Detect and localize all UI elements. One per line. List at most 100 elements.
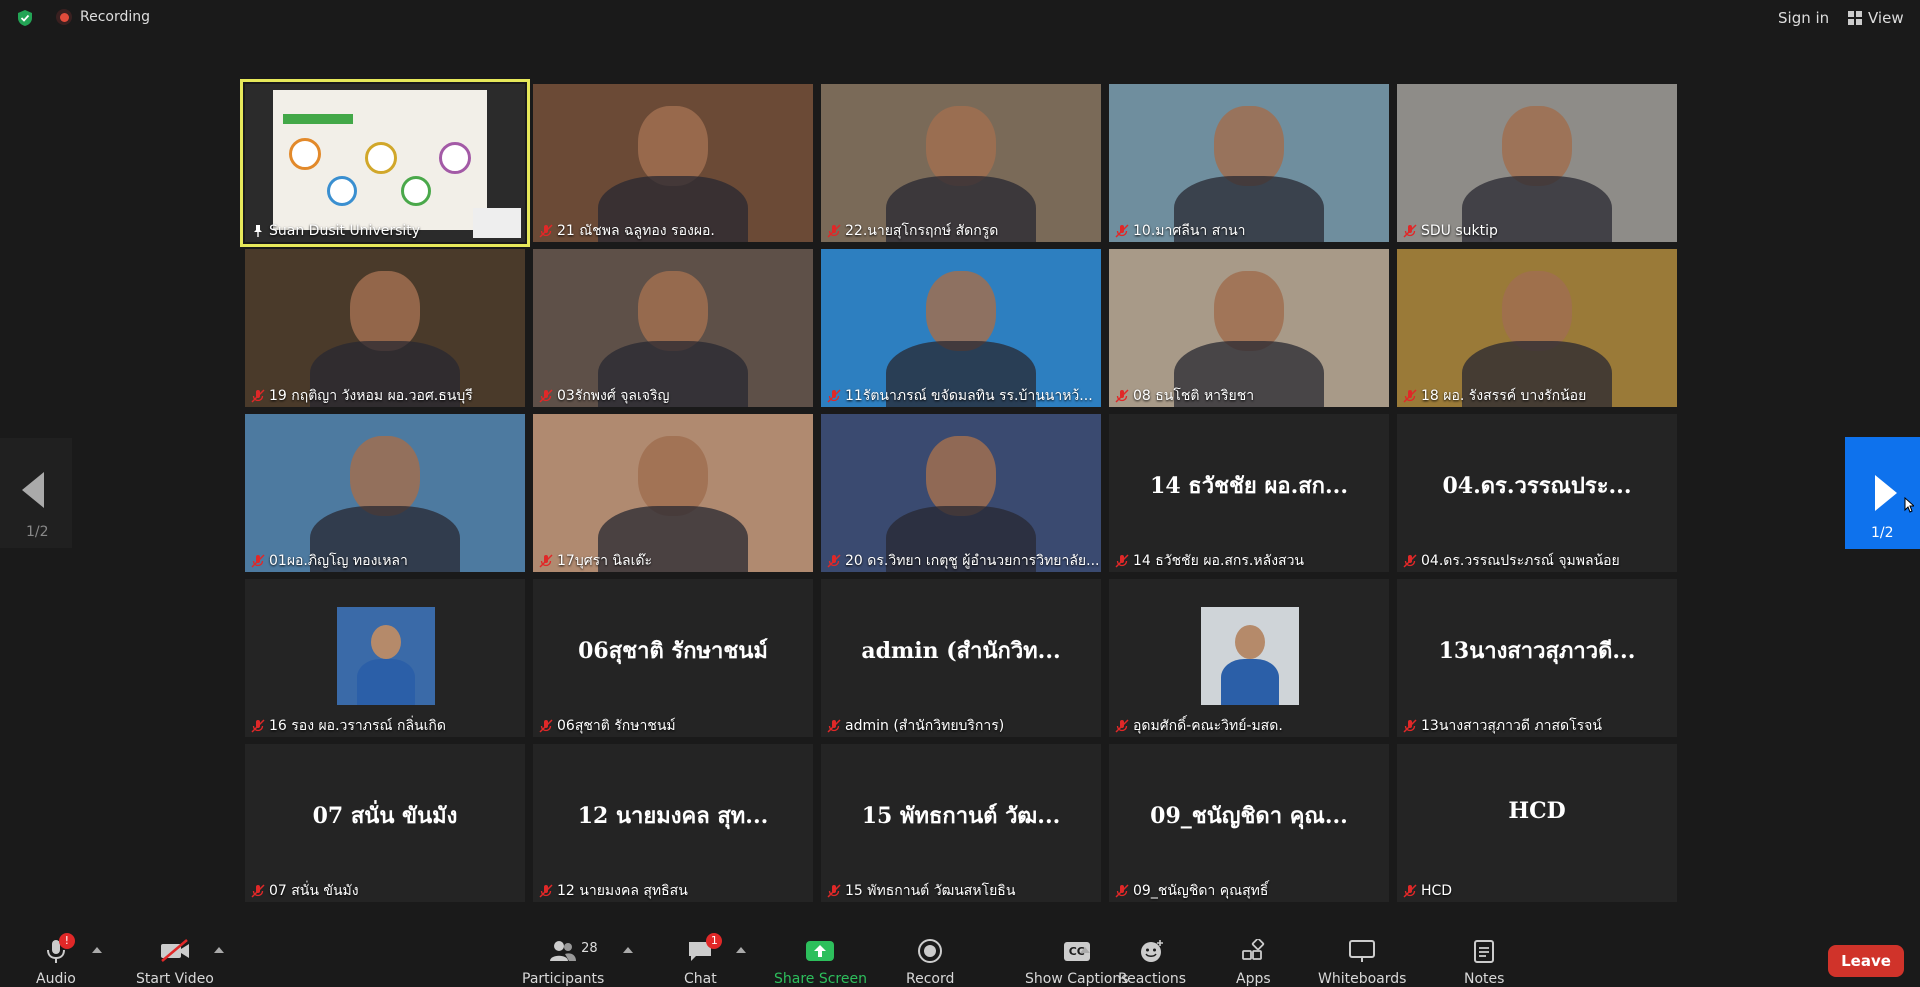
participant-tile[interactable]: 13นางสาวสุภาวดี... 13นางสาวสุภาวดี ภาสดโร…	[1397, 579, 1677, 737]
participant-name: 08 ธนโชติ หาริยชา	[1133, 388, 1255, 404]
participant-name: 03รักพงศ์ จุลเจริญ	[557, 388, 670, 404]
captions-options-caret-icon[interactable]	[1080, 947, 1090, 953]
muted-mic-icon	[1115, 884, 1129, 898]
participant-tile[interactable]: HCD HCD	[1397, 744, 1677, 902]
participant-tile[interactable]: 15 พัทธกานต์ วัฒ... 15 พัทธกานต์ วัฒนสหโย…	[821, 744, 1101, 902]
participant-tile[interactable]: 22.นายสุโกรฤกษ์ สัดกรูด	[821, 84, 1101, 242]
reactions-button[interactable]: Reactions	[1118, 937, 1186, 987]
notes-label: Notes	[1464, 971, 1505, 987]
record-label: Record	[906, 971, 955, 987]
start-video-label: Start Video	[136, 971, 214, 987]
participant-name: Suan Dusit University	[269, 223, 421, 239]
participant-name: 17บุศรา นิลเด๊ะ	[557, 553, 652, 569]
participant-tile[interactable]: 18 ผอ. รังสรรค์ บางรักน้อย	[1397, 249, 1677, 407]
participant-tile[interactable]: SDU suktip	[1397, 84, 1677, 242]
record-button[interactable]: Record	[906, 937, 954, 987]
participant-display-name: 12 นายมงคล สุท...	[577, 803, 769, 829]
participant-tile[interactable]: อุดมศักดิ์-คณะวิทย์-มสด.	[1109, 579, 1389, 737]
participant-tile[interactable]: Suan Dusit University	[240, 79, 530, 247]
next-page-button[interactable]: 1/2	[1845, 437, 1920, 549]
participant-name-bar: 08 ธนโชติ หาริยชา	[1109, 385, 1260, 407]
participant-tile[interactable]: 07 สนั่น ขันมัง 07 สนั่น ขันมัง	[245, 744, 525, 902]
show-captions-button[interactable]: CC Show Captions	[1025, 937, 1129, 987]
participants-icon	[550, 941, 577, 961]
video-gallery: Suan Dusit University 21 ณัชพล ฉลูทอง รอง…	[240, 79, 1677, 902]
chat-button[interactable]: 1 Chat	[684, 933, 723, 987]
participant-tile[interactable]: 01ผอ.ภิญโญ ทองเหลา	[245, 414, 525, 572]
participant-name-bar: Suan Dusit University	[245, 220, 426, 242]
apps-label: Apps	[1236, 971, 1271, 987]
participant-name-bar: 14 ธวัชชัย ผอ.สกร.หลังสวน	[1109, 550, 1310, 572]
participant-video	[1397, 84, 1677, 242]
participant-name-bar: SDU suktip	[1397, 220, 1504, 242]
share-screen-button[interactable]: Share Screen	[774, 937, 867, 987]
participant-tile[interactable]: 19 กฤติญา วังหอม ผอ.วอศ.ธนบุรี	[245, 249, 525, 407]
video-off-icon	[160, 939, 189, 962]
participant-name: 18 ผอ. รังสรรค์ บางรักน้อย	[1421, 388, 1587, 404]
participant-avatar	[1201, 607, 1299, 705]
participant-tile[interactable]: 03รักพงศ์ จุลเจริญ	[533, 249, 813, 407]
muted-mic-icon	[1403, 224, 1417, 238]
whiteboards-button[interactable]: Whiteboards	[1318, 937, 1406, 987]
participant-tile[interactable]: 06สุชาติ รักษาชนม์ 06สุชาติ รักษาชนม์	[533, 579, 813, 737]
participant-name-bar: 12 นายมงคล สุทธิสน	[533, 880, 694, 902]
participant-name: อุดมศักดิ์-คณะวิทย์-มสด.	[1133, 718, 1283, 734]
participant-name: 07 สนั่น ขันมัง	[269, 883, 359, 899]
participants-options-caret-icon[interactable]	[623, 947, 633, 953]
participant-tile[interactable]: 08 ธนโชติ หาริยชา	[1109, 249, 1389, 407]
muted-mic-icon	[1403, 554, 1417, 568]
view-button[interactable]: View	[1848, 9, 1904, 27]
previous-page-button[interactable]: 1/2	[0, 438, 72, 548]
start-video-button[interactable]: Start Video	[136, 937, 214, 987]
muted-mic-icon	[1115, 224, 1129, 238]
participant-name: 21 ณัชพล ฉลูทอง รองผอ.	[557, 223, 715, 239]
participant-tile[interactable]: 04.ดร.วรรณประ... 04.ดร.วรรณประภรณ์ จุมพลน…	[1397, 414, 1677, 572]
muted-mic-icon	[1115, 389, 1129, 403]
muted-mic-icon	[251, 554, 265, 568]
participant-tile[interactable]: 11รัตนาภรณ์ ขจัดมลทิน รร.บ้านนาหว้...	[821, 249, 1101, 407]
participant-avatar	[337, 607, 435, 705]
participant-tile[interactable]: 21 ณัชพล ฉลูทอง รองผอ.	[533, 84, 813, 242]
sign-in-link[interactable]: Sign in	[1778, 9, 1829, 27]
participant-video	[533, 414, 813, 572]
notes-button[interactable]: Notes	[1464, 937, 1504, 987]
participant-tile[interactable]: 20 ดร.วิทยา เกตุชู ผู้อำนวยการวิทยาลัย..…	[821, 414, 1101, 572]
participant-video	[1397, 249, 1677, 407]
top-bar: Recording Sign in View	[0, 0, 1920, 36]
apps-button[interactable]: Apps	[1236, 937, 1271, 987]
participant-tile[interactable]: 10.มาศลีนา สานา	[1109, 84, 1389, 242]
muted-mic-icon	[1403, 719, 1417, 733]
view-label: View	[1868, 9, 1904, 27]
participant-video	[1109, 249, 1389, 407]
audio-button[interactable]: ! Audio	[36, 933, 76, 987]
participant-display-name: 06สุชาติ รักษาชนม์	[578, 638, 768, 664]
participant-video	[533, 84, 813, 242]
audio-options-caret-icon[interactable]	[92, 947, 102, 953]
participant-name-bar: HCD	[1397, 880, 1458, 902]
participant-tile[interactable]: 14 ธวัชชัย ผอ.สก... 14 ธวัชชัย ผอ.สกร.หลั…	[1109, 414, 1389, 572]
participant-name: 16 รอง ผอ.วราภรณ์ กลิ่นเกิด	[269, 718, 446, 734]
security-shield-icon[interactable]	[16, 9, 34, 27]
video-options-caret-icon[interactable]	[214, 947, 224, 953]
participant-tile[interactable]: 16 รอง ผอ.วราภรณ์ กลิ่นเกิด	[245, 579, 525, 737]
participant-tile[interactable]: 17บุศรา นิลเด๊ะ	[533, 414, 813, 572]
participant-name-bar: 19 กฤติญา วังหอม ผอ.วอศ.ธนบุรี	[245, 385, 479, 407]
participant-tile[interactable]: 12 นายมงคล สุท... 12 นายมงคล สุทธิสน	[533, 744, 813, 902]
muted-mic-icon	[539, 554, 553, 568]
participant-display-name: HCD	[1508, 798, 1566, 824]
page-indicator: 1/2	[1871, 525, 1894, 541]
participant-tile[interactable]: admin (สำนักวิท... admin (สำนักวิทยบริการ…	[821, 579, 1101, 737]
participants-button[interactable]: 28 Participants	[522, 937, 604, 987]
recording-indicator[interactable]: Recording	[56, 9, 150, 25]
audio-label: Audio	[36, 971, 76, 987]
participant-name-bar: 13นางสาวสุภาวดี ภาสดโรจน์	[1397, 715, 1608, 737]
leave-meeting-button[interactable]: Leave	[1828, 945, 1904, 977]
muted-mic-icon	[539, 389, 553, 403]
participant-display-name: 07 สนั่น ขันมัง	[312, 803, 458, 829]
chat-options-caret-icon[interactable]	[736, 947, 746, 953]
participant-name-bar: 16 รอง ผอ.วราภรณ์ กลิ่นเกิด	[245, 715, 452, 737]
participant-tile[interactable]: 09_ชนัญชิดา คุณ... 09_ชนัญชิดา คุณสุทธิ์	[1109, 744, 1389, 902]
whiteboard-icon	[1349, 940, 1376, 962]
chat-label: Chat	[684, 971, 717, 987]
participant-display-name: 14 ธวัชชัย ผอ.สก...	[1150, 473, 1348, 499]
